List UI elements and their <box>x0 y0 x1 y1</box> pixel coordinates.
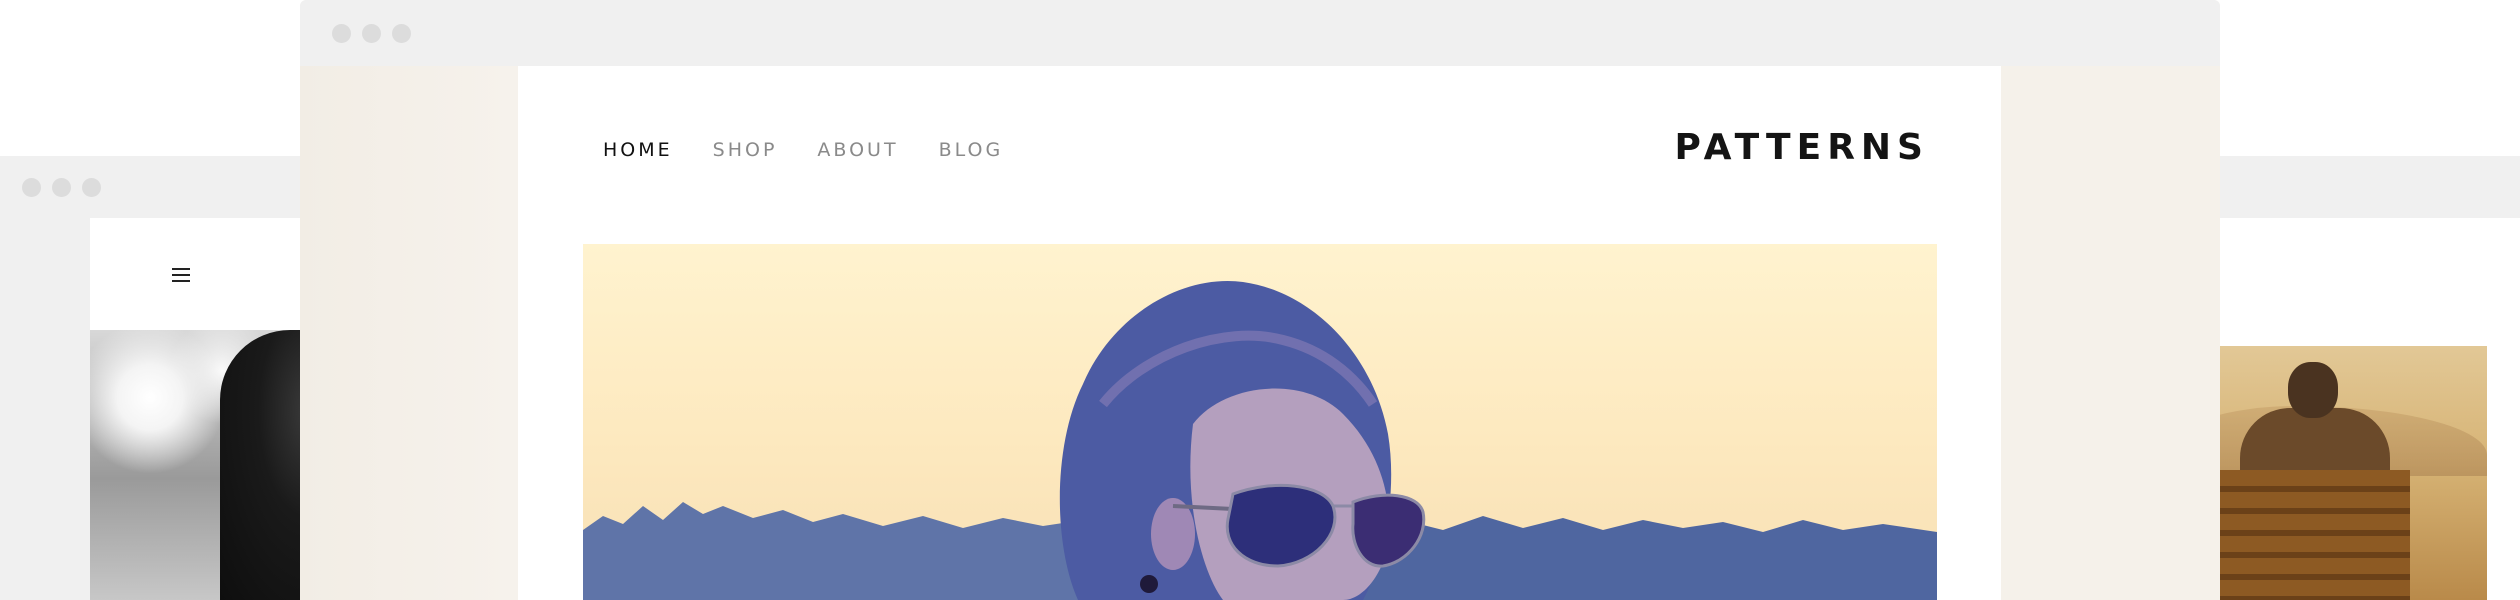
main-window-titlebar <box>300 0 2220 66</box>
left-window-page <box>90 218 330 600</box>
man-head-shape <box>2288 362 2338 418</box>
page-margin <box>300 66 518 600</box>
treeline-right <box>1363 516 1937 600</box>
minimize-dot[interactable] <box>52 178 71 197</box>
hero-illustration <box>583 280 1937 600</box>
left-window-titlebar <box>0 156 330 218</box>
maximize-dot[interactable] <box>392 24 411 43</box>
ear-shape <box>1151 498 1195 570</box>
nav-home[interactable]: HOME <box>603 138 673 162</box>
hamburger-menu-icon[interactable] <box>172 268 190 282</box>
minimize-dot[interactable] <box>362 24 381 43</box>
main-browser-window: HOME SHOP ABOUT BLOG PATTERNS <box>300 0 2220 600</box>
nav-shop[interactable]: SHOP <box>713 138 778 162</box>
left-window-photo <box>90 330 330 600</box>
nav-blog[interactable]: BLOG <box>939 138 1004 162</box>
right-window-titlebar <box>2170 156 2520 218</box>
close-dot[interactable] <box>332 24 351 43</box>
nav-about[interactable]: ABOUT <box>817 138 898 162</box>
site-logo[interactable]: PATTERNS <box>1675 126 1929 170</box>
hero-image <box>583 244 1937 600</box>
close-dot[interactable] <box>22 178 41 197</box>
earring-shape <box>1140 575 1158 593</box>
left-browser-window <box>0 156 330 600</box>
website-page: HOME SHOP ABOUT BLOG PATTERNS <box>518 66 2001 600</box>
main-nav: HOME SHOP ABOUT BLOG <box>603 138 1043 162</box>
right-browser-window <box>2170 156 2520 600</box>
maximize-dot[interactable] <box>82 178 101 197</box>
